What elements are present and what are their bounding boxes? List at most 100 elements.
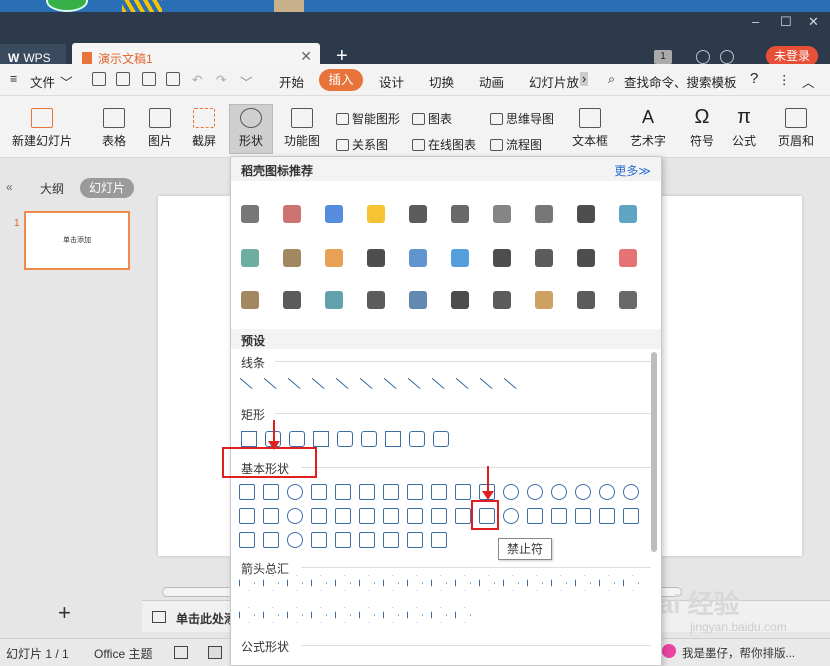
theme-name[interactable]: Office 主题 — [94, 645, 152, 662]
symbol-button[interactable]: Ω 符号 — [684, 107, 720, 149]
line-shape[interactable] — [263, 371, 283, 389]
arrow-shape[interactable] — [575, 575, 591, 591]
menu-tab-home[interactable]: 开始 — [279, 72, 304, 91]
flowchart-button[interactable]: 流程图 — [490, 136, 542, 153]
basic-shape[interactable] — [575, 508, 591, 524]
basic-shape[interactable] — [407, 532, 423, 548]
basic-shape[interactable] — [431, 484, 447, 500]
desktop-app-icon[interactable] — [274, 0, 304, 12]
basic-shape[interactable] — [455, 508, 471, 524]
desktop-app-icon[interactable] — [46, 0, 88, 12]
line-shape[interactable] — [359, 371, 379, 389]
recommended-icon[interactable] — [325, 291, 343, 309]
basic-shape[interactable] — [575, 484, 591, 500]
basic-shape[interactable] — [359, 532, 375, 548]
basic-shape[interactable] — [527, 484, 543, 500]
assistant-text[interactable]: 我是墨仔，帮你排版... — [682, 645, 795, 661]
recommended-icon[interactable] — [325, 249, 343, 267]
basic-shape[interactable] — [527, 508, 543, 524]
basic-shape[interactable] — [239, 532, 255, 548]
recommended-icon[interactable] — [451, 205, 469, 223]
arrow-shape[interactable] — [431, 607, 447, 623]
rectangle-shape[interactable] — [385, 431, 401, 447]
rectangle-shape[interactable] — [289, 431, 305, 447]
basic-shape[interactable] — [263, 532, 279, 548]
arrow-shape[interactable] — [599, 575, 615, 591]
basic-shape[interactable] — [503, 508, 519, 524]
recommended-icon[interactable] — [367, 205, 385, 223]
basic-shape[interactable] — [359, 508, 375, 524]
recommended-icon[interactable] — [409, 249, 427, 267]
arrow-shape[interactable] — [527, 575, 543, 591]
rectangle-shape[interactable] — [313, 431, 329, 447]
window-count-badge[interactable]: 1 — [654, 50, 672, 64]
basic-shape[interactable] — [407, 484, 423, 500]
line-shape[interactable] — [479, 371, 499, 389]
collapse-ribbon-icon[interactable]: ︿ — [802, 72, 815, 91]
line-shape[interactable] — [431, 371, 451, 389]
arrow-shape[interactable] — [359, 575, 375, 591]
print-icon[interactable] — [142, 72, 156, 86]
recommended-icon[interactable] — [241, 249, 259, 267]
menu-file[interactable]: 文件 — [30, 72, 55, 91]
line-shape[interactable] — [503, 371, 523, 389]
basic-shape[interactable] — [359, 484, 375, 500]
arrow-shape[interactable] — [479, 575, 495, 591]
add-slide-button[interactable]: + — [58, 600, 71, 626]
shape-button[interactable]: 形状 — [231, 108, 271, 149]
tab-outline[interactable]: 大纲 — [40, 180, 64, 197]
recommended-icon[interactable] — [451, 291, 469, 309]
basic-shape[interactable] — [383, 484, 399, 500]
arrow-shape[interactable] — [311, 607, 327, 623]
recommended-icon[interactable] — [535, 205, 553, 223]
basic-shape[interactable] — [239, 484, 255, 500]
basic-shape[interactable] — [335, 532, 351, 548]
arrow-shape[interactable] — [239, 607, 255, 623]
more-icon[interactable]: ⋮ — [778, 72, 791, 87]
arrow-shape[interactable] — [287, 575, 303, 591]
basic-shape[interactable] — [455, 484, 471, 500]
recommended-icon[interactable] — [283, 291, 301, 309]
basic-shape[interactable] — [263, 484, 279, 500]
basic-shape[interactable] — [311, 508, 327, 524]
line-shape[interactable] — [407, 371, 427, 389]
preview-icon[interactable] — [166, 72, 180, 86]
picture-button[interactable]: 图片 — [142, 108, 178, 149]
line-shape[interactable] — [311, 371, 331, 389]
rectangle-shape[interactable] — [337, 431, 353, 447]
search-icon[interactable]: ⌕ — [608, 72, 615, 87]
recommended-icon[interactable] — [493, 291, 511, 309]
basic-shape[interactable] — [335, 508, 351, 524]
basic-shape[interactable] — [431, 508, 447, 524]
arrow-shape[interactable] — [455, 575, 471, 591]
menu-tab-slideshow[interactable]: 幻灯片放 — [529, 72, 579, 91]
dropdown-scrollbar[interactable] — [651, 352, 657, 552]
recommended-icon[interactable] — [577, 249, 595, 267]
textbox-button[interactable]: 文本框 — [568, 108, 612, 149]
skin-icon[interactable] — [696, 50, 710, 64]
basic-shape[interactable] — [383, 508, 399, 524]
recommended-icon[interactable] — [619, 291, 637, 309]
menu-tab-transition[interactable]: 切换 — [429, 72, 454, 91]
close-tab-icon[interactable]: ✕ — [300, 48, 312, 65]
redo-icon[interactable]: ↷ — [216, 72, 226, 87]
help-icon[interactable]: ? — [750, 70, 758, 87]
basic-shape[interactable] — [335, 484, 351, 500]
arrow-shape[interactable] — [407, 575, 423, 591]
basic-shape[interactable] — [431, 532, 447, 548]
recommended-icon[interactable] — [535, 291, 553, 309]
recommended-icon[interactable] — [241, 205, 259, 223]
formula-button[interactable]: π 公式 — [728, 107, 760, 149]
login-button[interactable]: 未登录 — [766, 46, 818, 66]
recommended-icon[interactable] — [451, 249, 469, 267]
chevron-down-icon[interactable]: ﹀ — [60, 72, 73, 91]
basic-shape[interactable] — [623, 508, 639, 524]
notes-toggle-icon[interactable] — [174, 646, 188, 659]
arrow-shape[interactable] — [263, 575, 279, 591]
basic-shape[interactable] — [503, 484, 519, 500]
rectangle-shape[interactable] — [241, 431, 257, 447]
desktop-app-icon[interactable] — [122, 0, 162, 12]
recommended-icon[interactable] — [367, 291, 385, 309]
arrow-shape[interactable] — [623, 575, 639, 591]
recommended-icon[interactable] — [577, 205, 595, 223]
